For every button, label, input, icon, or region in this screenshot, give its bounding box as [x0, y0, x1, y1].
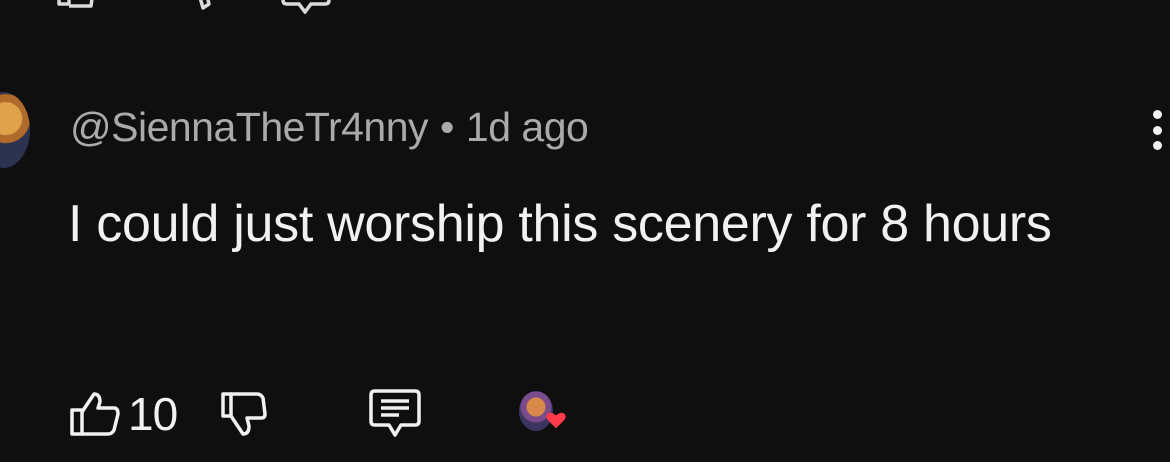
creator-heart-icon: [519, 389, 566, 439]
thumbs-down-icon[interactable]: [185, 0, 221, 14]
thumbs-up-icon[interactable]: 10: [55, 0, 125, 14]
thumbs-up-icon[interactable]: [66, 388, 122, 440]
reply-button[interactable]: [367, 387, 423, 441]
dislike-button[interactable]: [217, 388, 269, 440]
heart-icon: [546, 412, 566, 429]
comment-meta: @SiennaTheTr4nny • 1d ago: [70, 102, 589, 152]
comment-actions: 10: [66, 386, 566, 442]
reply-comment-icon[interactable]: [367, 387, 423, 441]
reply-icon[interactable]: [281, 0, 331, 14]
like-count: 10: [128, 388, 178, 440]
author-avatar[interactable]: [0, 92, 30, 168]
thumbs-down-icon[interactable]: [217, 388, 269, 440]
more-vert-icon[interactable]: [1150, 110, 1164, 150]
meta-separator: •: [440, 103, 454, 150]
comment-timestamp: 1d ago: [465, 103, 589, 150]
author-handle[interactable]: @SiennaTheTr4nny: [70, 104, 429, 151]
svg-text:10: 10: [99, 0, 125, 4]
like-button[interactable]: 10: [66, 387, 178, 441]
previous-comment-actions: 10: [55, 0, 331, 14]
comment-text: I could just worship this scenery for 8 …: [68, 195, 1052, 253]
